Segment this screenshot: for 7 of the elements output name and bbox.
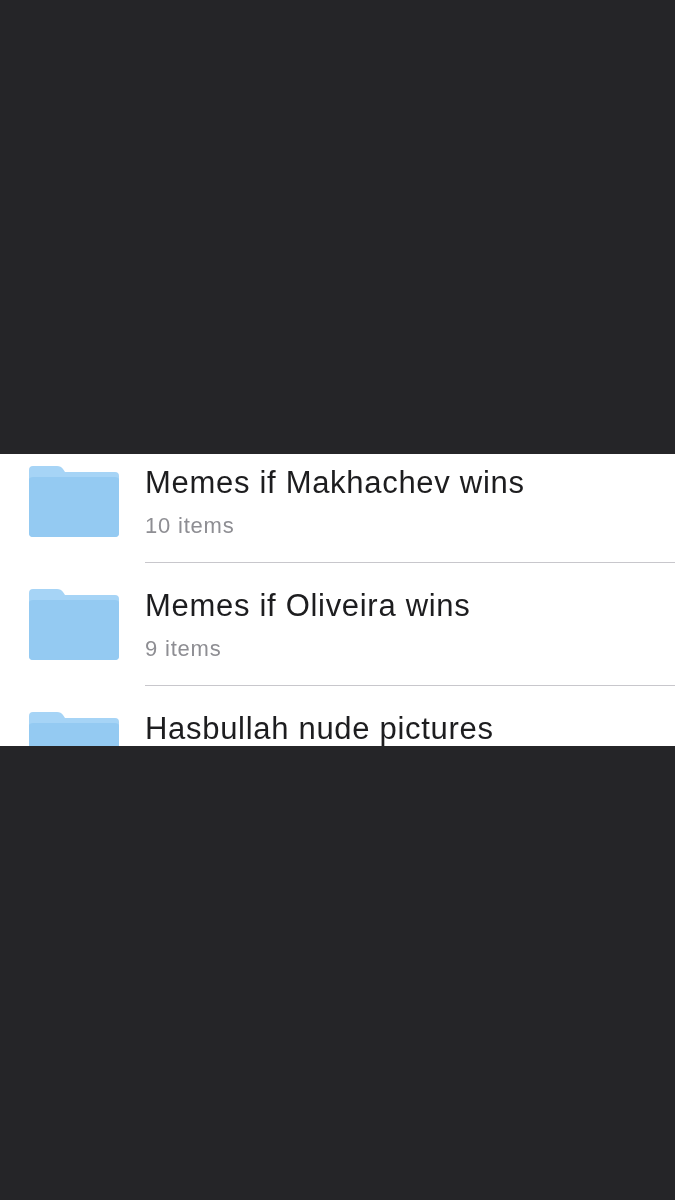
item-count: 9 items xyxy=(145,635,223,663)
folder-icon xyxy=(29,466,119,537)
folder-name: Hasbullah nude pictures xyxy=(145,713,495,745)
folder-name: Memes if Oliveira wins xyxy=(145,590,472,622)
item-count: 10 items xyxy=(145,512,236,540)
folder-name: Memes if Makhachev wins xyxy=(145,467,526,499)
folder-icon xyxy=(29,589,119,660)
